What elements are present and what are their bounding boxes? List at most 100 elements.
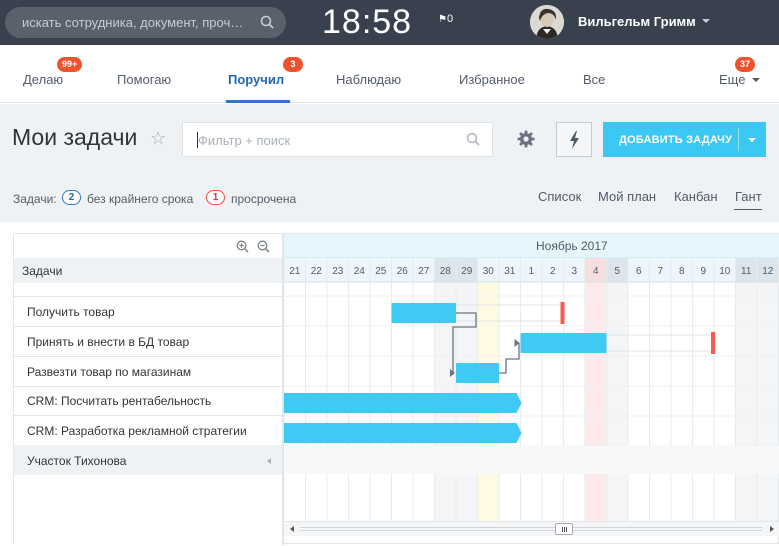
section-label: Участок Тихонова bbox=[27, 454, 127, 468]
scroll-right-icon[interactable] bbox=[770, 526, 774, 532]
global-search-input[interactable]: искать сотрудника, документ, проч… bbox=[5, 7, 286, 38]
filter-search-input[interactable]: Фильтр + поиск bbox=[182, 122, 493, 157]
day-label: 11 bbox=[741, 266, 752, 277]
task-name[interactable]: Развезти товар по магазинам bbox=[27, 365, 191, 379]
day-label: 29 bbox=[461, 266, 473, 277]
overdue-count[interactable]: 1 bbox=[206, 190, 225, 205]
deadline-marker bbox=[560, 302, 565, 324]
search-icon[interactable] bbox=[466, 132, 480, 151]
scroll-thumb[interactable] bbox=[555, 523, 573, 535]
day-column-bg bbox=[757, 282, 779, 521]
chevron-down-icon[interactable] bbox=[748, 138, 756, 142]
view-my-plan[interactable]: Мой план bbox=[598, 189, 656, 204]
day-label: 10 bbox=[719, 266, 731, 277]
tab-doing[interactable]: Делаю bbox=[23, 72, 63, 87]
day-label: 1 bbox=[528, 266, 534, 277]
flag-icon[interactable]: ⚑ bbox=[438, 14, 447, 25]
tasks-header-label: Задачи bbox=[22, 264, 63, 278]
row-divider bbox=[14, 356, 284, 357]
timeline-grid: 21 22 23 24 25 26 27 28 29 30 31 1 2 3 4 5 6 7 8 9 10 11 12 bbox=[284, 258, 779, 521]
day-label: 3 bbox=[571, 266, 577, 277]
clock[interactable]: 18:58 bbox=[322, 3, 412, 42]
search-icon[interactable] bbox=[260, 15, 274, 34]
gear-icon[interactable] bbox=[517, 130, 535, 153]
zoom-out-icon[interactable] bbox=[257, 240, 270, 258]
day-label: 5 bbox=[614, 266, 620, 277]
grip-line bbox=[566, 527, 567, 532]
page-title: Мои задачи bbox=[12, 124, 138, 150]
day-label: 28 bbox=[440, 266, 452, 277]
top-header: искать сотрудника, документ, проч… 18:58… bbox=[0, 0, 779, 45]
view-gantt[interactable]: Гант bbox=[735, 189, 762, 204]
add-task-button[interactable]: ДОБАВИТЬ ЗАДАЧУ bbox=[603, 122, 766, 157]
day-label: 2 bbox=[550, 266, 556, 277]
zoom-in-icon[interactable] bbox=[236, 240, 249, 258]
counters-prefix: Задачи: bbox=[13, 192, 57, 206]
task-list-panel: Задачи Получить товар Принять и внести в… bbox=[14, 234, 284, 545]
section-band bbox=[284, 446, 779, 474]
day-column-bg bbox=[735, 282, 757, 521]
day-label: 12 bbox=[762, 266, 774, 277]
lightning-icon bbox=[570, 131, 579, 149]
tab-assigned[interactable]: Поручил bbox=[228, 72, 284, 87]
button-divider bbox=[738, 128, 739, 151]
user-name[interactable]: Вильгельм Гримм bbox=[578, 14, 696, 29]
tab-all[interactable]: Все bbox=[583, 72, 605, 87]
tab-more-badge: 37 bbox=[735, 57, 756, 72]
timeline: Ноябрь 2017 21 22 23 24 25 26 27 28 29 30 31 1 2 3 4 5 6… bbox=[284, 234, 779, 545]
view-list[interactable]: Список bbox=[538, 189, 581, 204]
overdue-label[interactable]: просрочена bbox=[231, 192, 296, 206]
row-divider bbox=[14, 415, 284, 416]
tab-assigned-badge: 3 bbox=[283, 57, 303, 72]
chevron-down-icon[interactable] bbox=[702, 19, 710, 23]
collapse-arrow-icon[interactable] bbox=[267, 458, 271, 464]
task-name[interactable]: Получить товар bbox=[27, 305, 115, 319]
gantt-chart: Задачи Получить товар Принять и внести в… bbox=[13, 233, 779, 545]
grip-line bbox=[564, 527, 565, 532]
avatar[interactable] bbox=[530, 5, 564, 39]
tab-favorites[interactable]: Избранное bbox=[459, 72, 525, 87]
grip-line bbox=[562, 527, 563, 532]
filter-placeholder: Фильтр + поиск bbox=[198, 133, 291, 148]
task-bar bbox=[456, 363, 499, 383]
search-placeholder: искать сотрудника, документ, проч… bbox=[22, 15, 244, 30]
task-name[interactable]: CRM: Разработка рекламной стратегии bbox=[27, 424, 247, 438]
day-label: 25 bbox=[375, 266, 387, 277]
section-row[interactable]: Участок Тихонова bbox=[14, 445, 284, 475]
flag-count: 0 bbox=[447, 13, 454, 25]
task-bar bbox=[520, 333, 607, 353]
task-bar-open-start bbox=[284, 393, 522, 413]
day-column-bg bbox=[585, 282, 607, 521]
tab-helping[interactable]: Помогаю bbox=[117, 72, 171, 87]
view-kanban[interactable]: Канбан bbox=[674, 189, 718, 204]
robots-button[interactable] bbox=[556, 122, 592, 157]
day-label: 7 bbox=[657, 266, 663, 277]
day-label: 24 bbox=[354, 266, 366, 277]
tab-doing-badge: 99+ bbox=[57, 57, 83, 72]
day-label: 23 bbox=[332, 266, 344, 277]
task-name[interactable]: Принять и внести в БД товар bbox=[27, 335, 189, 349]
horizontal-scrollbar[interactable] bbox=[284, 521, 779, 536]
no-deadline-label[interactable]: без крайнего срока bbox=[87, 192, 193, 206]
star-icon[interactable]: ☆ bbox=[150, 128, 166, 149]
day-label: 27 bbox=[418, 266, 430, 277]
add-task-label: ДОБАВИТЬ ЗАДАЧУ bbox=[619, 134, 733, 146]
no-deadline-count[interactable]: 2 bbox=[62, 190, 81, 205]
tasks-column-header: Задачи bbox=[14, 258, 284, 283]
active-view-indicator bbox=[734, 209, 762, 210]
day-label: 26 bbox=[397, 266, 409, 277]
deadline-marker bbox=[711, 332, 715, 354]
day-label: 9 bbox=[700, 266, 706, 277]
counters-bar: Задачи: 2 без крайнего срока 1 просрочен… bbox=[0, 172, 779, 222]
dependency-link bbox=[499, 342, 520, 374]
scroll-left-icon[interactable] bbox=[290, 526, 294, 532]
chevron-down-icon[interactable] bbox=[752, 78, 760, 82]
task-tabs: Делаю 99+ Помогаю Поручил 3 Наблюдаю Изб… bbox=[0, 45, 779, 103]
task-name[interactable]: CRM: Посчитать рентабельность bbox=[27, 394, 211, 408]
row-divider bbox=[14, 386, 284, 387]
tab-more[interactable]: Еще bbox=[719, 72, 745, 87]
row-divider bbox=[14, 326, 284, 327]
scroll-track[interactable] bbox=[300, 527, 762, 531]
tab-watching[interactable]: Наблюдаю bbox=[336, 72, 401, 87]
day-label: 4 bbox=[593, 266, 599, 277]
